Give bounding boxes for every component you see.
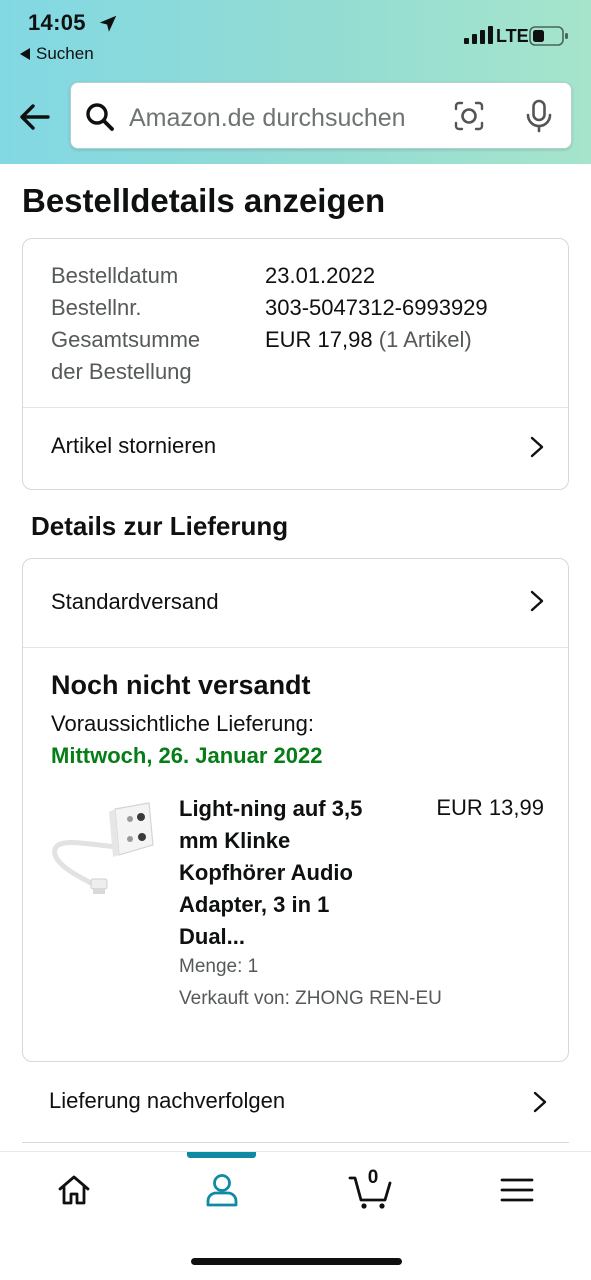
account-icon[interactable]: [202, 1170, 242, 1210]
shipping-method-label: Standardversand: [51, 589, 219, 614]
camera-icon[interactable]: [451, 98, 487, 134]
order-summary-card: Bestelldatum 23.01.2022 Bestellnr. 303-5…: [22, 238, 569, 490]
order-date-row: Bestelldatum: [51, 260, 178, 292]
cart-count: 0: [367, 1167, 379, 1188]
eta-label: Voraussichtliche Lieferung:: [51, 711, 314, 736]
app-header: 14:05 Suchen LTE Amazon.de durchsuchen: [0, 0, 591, 164]
location-arrow-icon: [99, 15, 117, 32]
product-seller: Verkauft von: ZHONG REN-EU: [179, 988, 442, 1009]
home-indicator: [191, 1258, 402, 1265]
order-total-row: Gesamtsumme der Bestellung: [51, 324, 200, 388]
status-time: 14:05: [28, 10, 86, 35]
active-tab-indicator: [187, 1152, 256, 1158]
back-to-app-link[interactable]: Suchen: [20, 44, 94, 64]
order-total-label-2: der Bestellung: [51, 359, 192, 384]
network-label: LTE: [496, 26, 529, 46]
battery-icon: [529, 26, 568, 46]
signal-icon: [464, 26, 493, 44]
order-total-value: EUR 17,98: [265, 327, 373, 352]
eta-date: Mittwoch, 26. Januar 2022: [51, 743, 323, 768]
menu-icon[interactable]: [497, 1170, 537, 1210]
order-number-label: Bestellnr.: [51, 295, 142, 320]
product-image[interactable]: [49, 797, 159, 897]
order-total-label-1: Gesamtsumme: [51, 327, 201, 352]
back-triangle-icon: [20, 48, 30, 60]
page-title: Bestelldetails anzeigen: [22, 182, 386, 219]
product-quantity: Menge: 1: [179, 956, 259, 977]
search-icon: [86, 103, 114, 131]
shipment-status: Noch nicht versandt: [51, 670, 311, 700]
chevron-right-icon: [530, 436, 544, 458]
order-total-value-wrap: EUR 17,98 (1 Artikel): [265, 324, 472, 356]
order-date-label: Bestelldatum: [51, 263, 179, 288]
back-app-label: Suchen: [36, 44, 94, 63]
cancel-items-link[interactable]: Artikel stornieren: [23, 408, 568, 490]
track-delivery-link[interactable]: Lieferung nachverfolgen: [22, 1063, 569, 1143]
delivery-card: Standardversand Noch nicht versandt Vora…: [22, 558, 569, 1062]
product-title[interactable]: Light-ning auf 3,5 mm Klinke Kopfhörer A…: [179, 793, 399, 953]
order-number-row: Bestellnr.: [51, 292, 142, 324]
delivery-section-title: Details zur Lieferung: [31, 511, 289, 541]
back-arrow-icon[interactable]: [16, 98, 54, 136]
shipping-method-link[interactable]: Standardversand: [23, 559, 568, 647]
order-number-value: 303-5047312-6993929: [265, 295, 488, 320]
chevron-right-icon: [533, 1091, 547, 1113]
home-icon[interactable]: [54, 1170, 94, 1210]
divider: [23, 647, 568, 648]
cancel-items-label: Artikel stornieren: [51, 433, 217, 458]
search-input[interactable]: Amazon.de durchsuchen: [70, 82, 572, 149]
product-price: EUR 13,99: [436, 795, 544, 820]
search-placeholder: Amazon.de durchsuchen: [129, 104, 406, 132]
chevron-right-icon: [530, 590, 544, 612]
order-date-value: 23.01.2022: [265, 263, 376, 288]
order-item-count: (1 Artikel): [378, 327, 472, 352]
microphone-icon[interactable]: [521, 98, 557, 134]
track-delivery-label: Lieferung nachverfolgen: [49, 1088, 286, 1113]
